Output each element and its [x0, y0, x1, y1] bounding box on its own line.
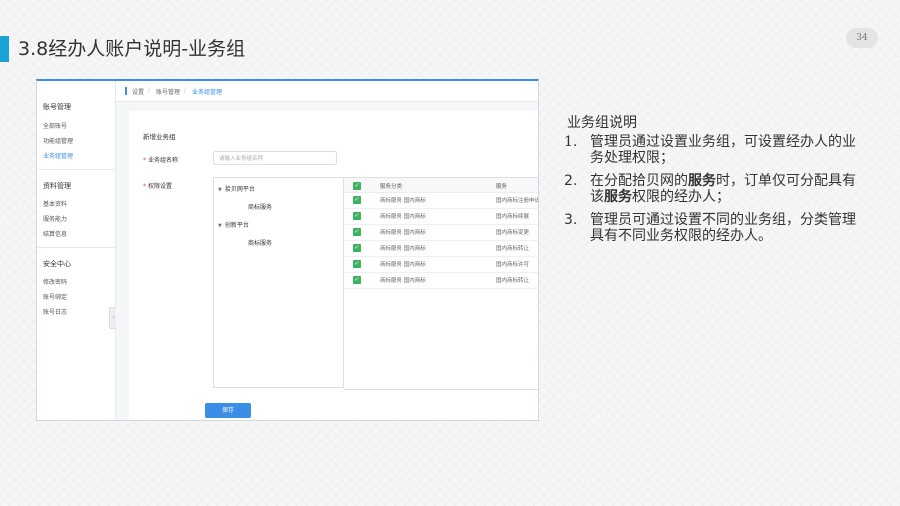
item-text: 在分配拾贝网的: [590, 173, 688, 189]
sidebar-group-account: 账号管理: [43, 103, 71, 111]
sidebar-item-settlement[interactable]: 结算信息: [43, 229, 67, 238]
description-item: 2. 在分配拾贝网的服务时，订单仅可分配具有该服务权限的经办人；: [564, 173, 864, 205]
table-header: ✓ 服务分类 服务: [344, 178, 538, 193]
sidebar-item-account-binding[interactable]: 账号绑定: [43, 292, 67, 301]
sidebar-item-function-groups[interactable]: 功能组管理: [43, 136, 73, 145]
row-category: 商标服务 国内商标: [380, 246, 426, 252]
description-title: 业务组说明: [567, 115, 637, 131]
tree-leaf-trademark[interactable]: 商标服务: [248, 238, 272, 247]
table-row[interactable]: ✓ 商标服务 国内商标 国内商标变更: [344, 224, 538, 241]
table-row[interactable]: ✓ 商标服务 国内商标 国内商标续展: [344, 208, 538, 225]
slide-title: 3.8经办人账户说明-业务组: [18, 38, 246, 60]
sidebar: 账号管理 全部账号 功能组管理 业务组管理 资料管理 基本资料 服务能力 结算信…: [37, 81, 116, 420]
row-service: 国内商标变更: [496, 230, 530, 236]
service-table: ✓ 服务分类 服务 ✓ 商标服务 国内商标 国内商标注册申请 ✓ 商标服务 国内…: [344, 177, 539, 390]
sidebar-group-security: 安全中心: [43, 260, 71, 268]
page-number: 34: [846, 28, 878, 48]
column-header-category: 服务分类: [380, 184, 403, 190]
tree-node-platform[interactable]: ▼ 创新平台: [218, 220, 249, 229]
tree-node-platform[interactable]: ▼ 拾贝网平台: [218, 184, 255, 193]
save-button[interactable]: 保存: [205, 403, 251, 418]
sidebar-group-profile: 资料管理: [43, 182, 71, 190]
row-checkbox[interactable]: ✓: [353, 196, 361, 204]
item-text: 管理员可通过设置不同的业务组，分类管理具有不同业务权限的经办人。: [590, 212, 856, 244]
sidebar-item-service-capability[interactable]: 服务能力: [43, 214, 67, 223]
table-row[interactable]: ✓ 商标服务 国内商标 国内商标注册申请: [344, 192, 539, 209]
item-number: 3.: [564, 212, 578, 228]
row-service: 国内商标转让: [496, 278, 530, 284]
row-category: 商标服务 国内商标: [380, 278, 426, 284]
app-screenshot: 账号管理 全部账号 功能组管理 业务组管理 资料管理 基本资料 服务能力 结算信…: [36, 79, 539, 421]
row-checkbox[interactable]: ✓: [353, 276, 361, 284]
breadcrumb-accent: [125, 87, 127, 95]
select-all-checkbox[interactable]: ✓: [353, 182, 361, 190]
row-checkbox[interactable]: ✓: [353, 212, 361, 220]
group-name-label: * 业务组名称: [143, 157, 179, 164]
description-item: 1. 管理员通过设置业务组，可设置经办人的业务处理权限；: [564, 134, 864, 166]
sidebar-divider: [37, 169, 115, 170]
form-card: 新增业务组 * 业务组名称 请输入业务组名称 * 权限设置 ▼ 拾贝网平台 商标服务 …: [129, 111, 539, 420]
breadcrumb-separator: /: [184, 87, 187, 94]
caret-down-icon[interactable]: ▼: [218, 223, 222, 229]
table-row[interactable]: ✓ 商标服务 国内商标 国内商标许可: [344, 256, 538, 273]
description-item: 3. 管理员可通过设置不同的业务组，分类管理具有不同业务权限的经办人。: [564, 212, 864, 244]
sidebar-item-all-accounts[interactable]: 全部账号: [43, 121, 67, 130]
description-list: 1. 管理员通过设置业务组，可设置经办人的业务处理权限； 2. 在分配拾贝网的服…: [564, 134, 864, 251]
item-number: 2.: [564, 173, 578, 189]
title-accent-bar: [0, 36, 9, 62]
breadcrumb-item-accounts[interactable]: 账号管理: [156, 87, 180, 96]
group-name-input[interactable]: 请输入业务组名称: [213, 151, 337, 165]
caret-down-icon[interactable]: ▼: [218, 187, 222, 193]
row-service: 国内商标续展: [496, 214, 530, 220]
permission-label: * 权限设置: [143, 183, 173, 190]
item-text-bold: 服务: [604, 189, 632, 205]
sidebar-item-basic-info[interactable]: 基本资料: [43, 199, 67, 208]
sidebar-item-business-groups[interactable]: 业务组管理: [43, 151, 73, 160]
item-text: 管理员通过设置业务组，可设置经办人的业务处理权限；: [590, 134, 856, 166]
row-category: 商标服务 国内商标: [380, 262, 426, 268]
row-category: 商标服务 国内商标: [380, 214, 426, 220]
table-row[interactable]: ✓ 商标服务 国内商标 国内商标转让: [344, 240, 538, 257]
row-category: 商标服务 国内商标: [380, 230, 426, 236]
breadcrumb-separator: /: [148, 87, 151, 94]
item-number: 1.: [564, 134, 578, 150]
row-checkbox[interactable]: ✓: [353, 244, 361, 252]
main-area: 设置 / 账号管理 / 业务组管理 新增业务组 * 业务组名称 请输入业务组名称 …: [116, 81, 539, 420]
sidebar-divider: [37, 247, 115, 248]
permission-tree: ▼ 拾贝网平台 商标服务 ▼ 创新平台 商标服务: [213, 177, 344, 388]
column-header-service: 服务: [496, 184, 508, 190]
row-service: 国内商标注册申请: [496, 198, 539, 204]
row-category: 商标服务 国内商标: [380, 198, 426, 204]
sidebar-item-change-password[interactable]: 修改密码: [43, 277, 67, 286]
sidebar-item-account-log[interactable]: 账号日志: [43, 307, 67, 316]
breadcrumb-item-settings[interactable]: 设置: [132, 87, 144, 96]
table-row[interactable]: ✓ 商标服务 国内商标 国内商标转让: [344, 272, 538, 289]
item-text: 权限的经办人；: [632, 189, 730, 205]
row-checkbox[interactable]: ✓: [353, 228, 361, 236]
item-text-bold: 服务: [688, 173, 716, 189]
row-checkbox[interactable]: ✓: [353, 260, 361, 268]
row-service: 国内商标转让: [496, 246, 530, 252]
tree-leaf-trademark[interactable]: 商标服务: [248, 202, 272, 211]
form-section-title: 新增业务组: [143, 133, 176, 141]
breadcrumb: 设置 / 账号管理 / 业务组管理: [116, 81, 538, 102]
breadcrumb-item-current: 业务组管理: [192, 89, 223, 96]
row-service: 国内商标许可: [496, 262, 530, 268]
